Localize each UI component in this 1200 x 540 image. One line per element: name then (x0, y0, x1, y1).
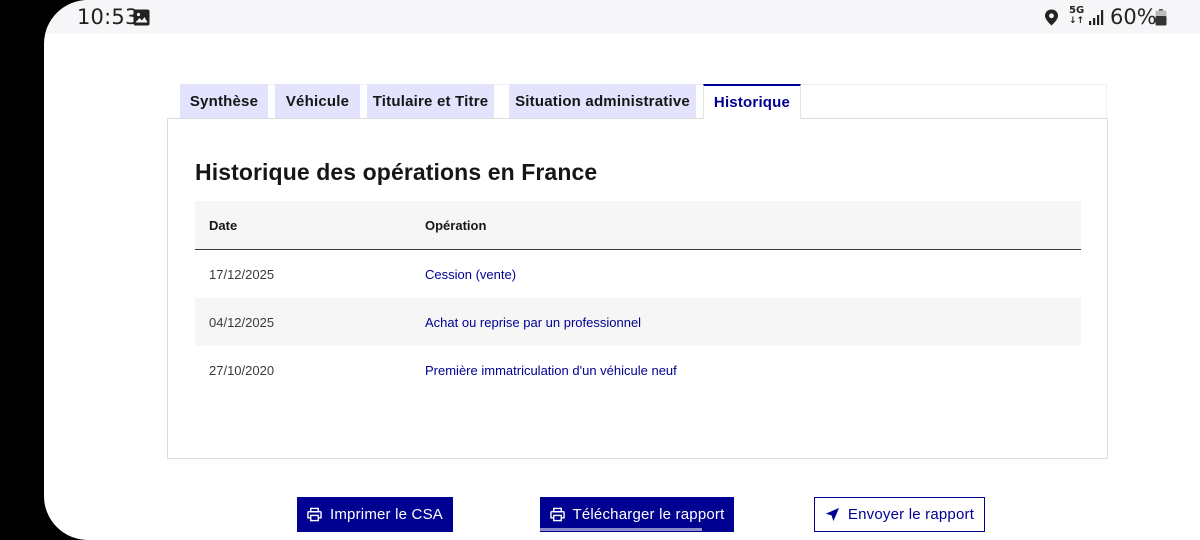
tab-label: Titulaire et Titre (372, 92, 489, 110)
tab-situation-administrative[interactable]: Situation administrative (509, 84, 696, 118)
table-header: Date Opération (195, 201, 1081, 250)
row-operation: Première immatriculation d'un véhicule n… (425, 362, 677, 378)
row-operation: Achat ou reprise par un professionnel (425, 314, 642, 330)
send-report-button[interactable]: Envoyer le rapport (814, 497, 985, 532)
send-icon (825, 507, 839, 522)
location-icon (1045, 9, 1058, 26)
gallery-icon (133, 9, 150, 26)
download-report-button[interactable]: Télécharger le rapport (540, 497, 734, 532)
battery-percent: 60% (1110, 5, 1157, 29)
tab-titulaire-et-titre[interactable]: Titulaire et Titre (367, 84, 494, 118)
printer-icon (549, 507, 565, 522)
tab-label: Véhicule (285, 92, 350, 110)
tab-label: Synthèse (189, 92, 259, 110)
row-date: 27/10/2020 (209, 362, 275, 378)
battery-icon (1155, 9, 1167, 26)
phone-screen: 10:53 5G ↓↑ 60% Synthèse Véhicule Titula… (44, 0, 1200, 540)
table-row: 04/12/2025 Achat ou reprise par un profe… (195, 298, 1081, 346)
table-row: 17/12/2025 Cession (vente) (195, 250, 1081, 298)
download-report-label: Télécharger le rapport (572, 506, 725, 523)
row-date: 04/12/2025 (209, 314, 275, 330)
network-type: 5G (1069, 5, 1085, 16)
column-header-operation: Opération (425, 217, 487, 233)
print-csa-button[interactable]: Imprimer le CSA (297, 497, 453, 532)
network-indicator: 5G ↓↑ (1069, 5, 1085, 27)
tab-label: Situation administrative (515, 92, 690, 110)
row-operation: Cession (vente) (425, 266, 517, 282)
printer-icon (307, 507, 322, 522)
history-table: Date Opération 17/12/2025 Cession (vente… (195, 201, 1081, 394)
send-report-label: Envoyer le rapport (847, 506, 975, 523)
tab-synthese[interactable]: Synthèse (180, 84, 268, 118)
column-header-date: Date (209, 217, 238, 233)
focus-underline (540, 528, 702, 531)
tab-historique[interactable]: Historique (703, 84, 801, 119)
panel-title: Historique des opérations en France (195, 159, 598, 185)
history-panel: Historique des opérations en France Date… (167, 118, 1108, 459)
status-time: 10:53 (77, 5, 139, 29)
tab-label: Historique (713, 94, 791, 111)
row-date: 17/12/2025 (209, 266, 275, 282)
table-row: 27/10/2020 Première immatriculation d'un… (195, 346, 1081, 394)
print-csa-label: Imprimer le CSA (329, 506, 444, 523)
status-bar: 10:53 5G ↓↑ 60% (44, 0, 1200, 34)
tab-vehicule[interactable]: Véhicule (275, 84, 360, 118)
network-activity: ↓↑ (1069, 16, 1085, 26)
signal-icon (1089, 10, 1104, 25)
